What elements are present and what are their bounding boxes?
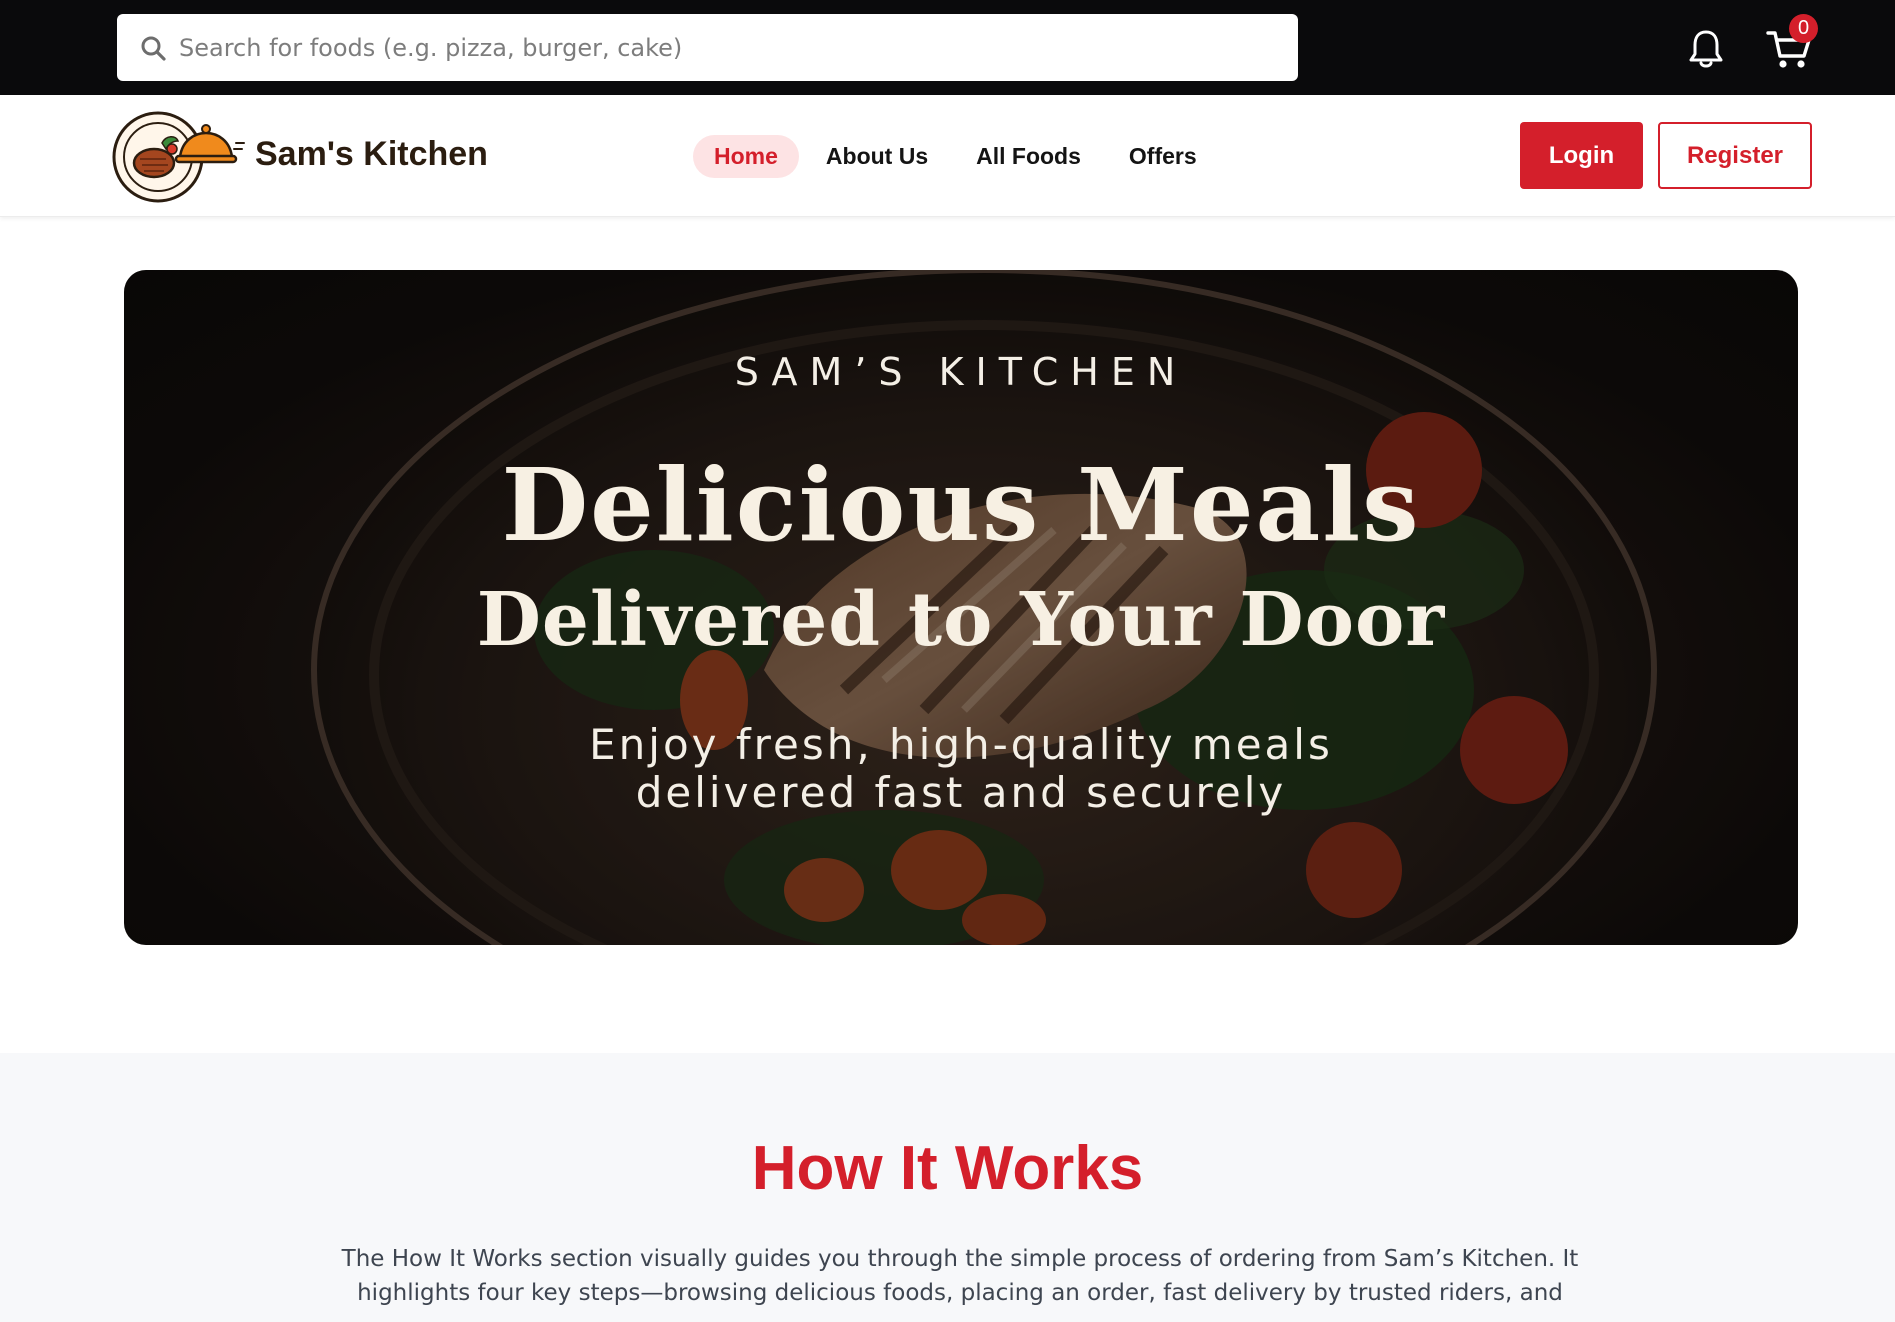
- hero-subtitle-line-1: Enjoy fresh, high-quality meals: [589, 720, 1333, 769]
- login-button[interactable]: Login: [1520, 122, 1643, 189]
- register-button[interactable]: Register: [1658, 122, 1812, 189]
- how-it-works-description: The How It Works section visually guides…: [341, 1246, 1579, 1306]
- hero-title-line-2: Delivered to Your Door: [476, 577, 1446, 663]
- search-icon: [141, 36, 166, 61]
- main-navbar: Sam's Kitchen Home About Us All Foods Of…: [0, 95, 1895, 217]
- nav-item-about-us[interactable]: About Us: [805, 135, 949, 178]
- how-it-works-section: How It Works The How It Works section vi…: [0, 1053, 1895, 1322]
- nav-links: Home About Us All Foods Offers: [693, 134, 1224, 178]
- nav-item-all-foods[interactable]: All Foods: [955, 135, 1102, 178]
- hero-subtitle-line-2: delivered fast and securely: [635, 768, 1287, 817]
- brand-name[interactable]: Sam's Kitchen: [255, 135, 488, 174]
- hero-kicker: SAM’S KITCHEN: [734, 350, 1188, 394]
- nav-item-offers[interactable]: Offers: [1108, 135, 1218, 178]
- how-it-works-title: How It Works: [751, 1134, 1144, 1203]
- cart-count-badge: 0: [1789, 14, 1818, 43]
- bell-icon[interactable]: [1686, 28, 1726, 70]
- hero-banner: SAM’S KITCHEN Delicious Meals Delivered …: [124, 270, 1798, 945]
- dish-cloche-logo[interactable]: [110, 107, 246, 203]
- search-box[interactable]: [117, 14, 1298, 81]
- hero-title-line-1: Delicious Meals: [501, 446, 1421, 564]
- search-input[interactable]: [179, 14, 1279, 81]
- nav-item-home[interactable]: Home: [693, 134, 799, 178]
- top-bar: 0: [0, 0, 1895, 95]
